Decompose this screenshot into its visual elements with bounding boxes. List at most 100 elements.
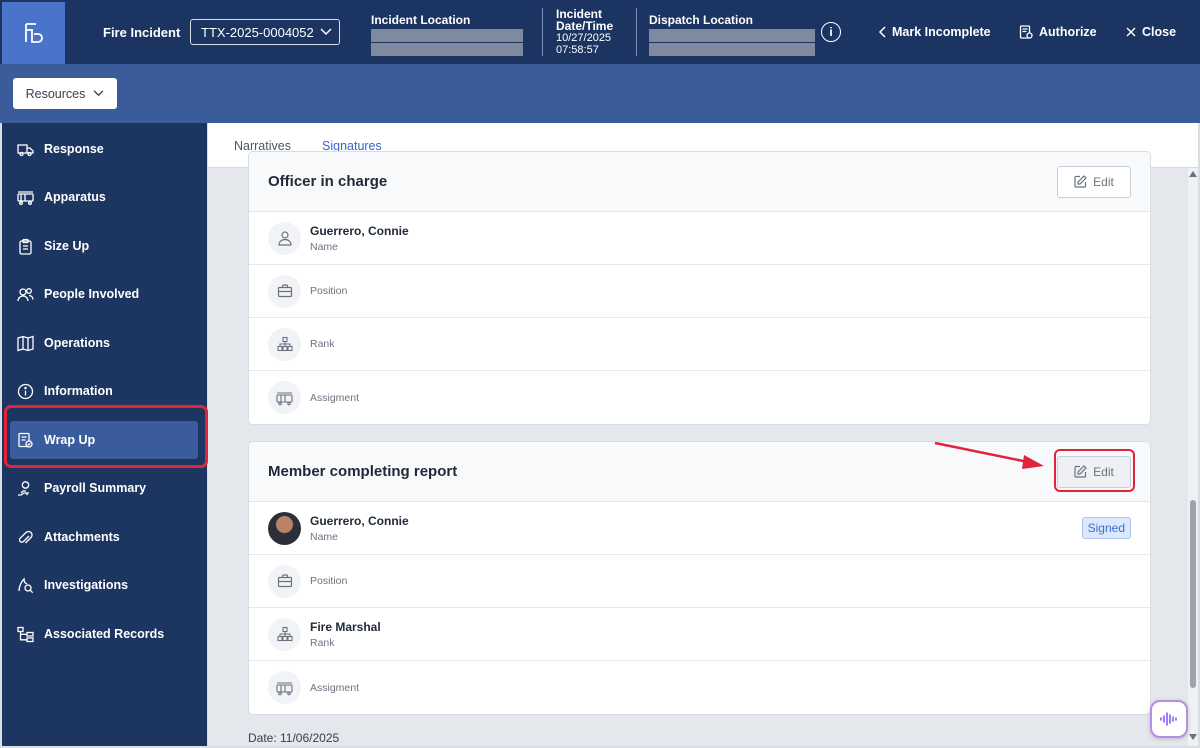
- position-label: Position: [310, 575, 348, 587]
- incident-datetime-label: Incident Date/Time: [556, 7, 614, 33]
- resources-label: Resources: [25, 86, 86, 101]
- authorize-button[interactable]: Authorize: [1019, 25, 1097, 39]
- close-button[interactable]: Close: [1126, 25, 1176, 39]
- name-row: Guerrero, Connie Name Signed: [249, 502, 1150, 555]
- card-title: Officer in charge: [268, 173, 388, 190]
- sidebar-item-label: Investigations: [44, 578, 129, 592]
- officer-in-charge-card: Officer in charge Edit Guerrero, Connie …: [248, 151, 1151, 425]
- sidebar-item-label: Response: [44, 142, 104, 156]
- sidebar-item-label: Operations: [44, 336, 110, 350]
- sidebar-item-associated-records[interactable]: Associated Records: [10, 615, 198, 653]
- sidebar-item-response[interactable]: Response: [10, 130, 198, 168]
- dispatch-location: Dispatch Location: [649, 13, 815, 56]
- assignment-label: Assigment: [310, 681, 360, 694]
- truck-icon: [17, 143, 34, 156]
- sidebar-item-investigations[interactable]: Investigations: [10, 566, 198, 604]
- audio-wave-icon: [1160, 712, 1177, 726]
- chevron-left-icon: [878, 26, 886, 38]
- edit-label: Edit: [1093, 174, 1114, 189]
- map-icon: [17, 335, 34, 351]
- divider: [542, 8, 543, 56]
- sidebar-item-label: Associated Records: [44, 627, 165, 641]
- row-text: Guerrero, Connie Name: [310, 224, 409, 253]
- fire-engine-icon: [17, 190, 34, 205]
- row-text: Assigment: [310, 392, 359, 404]
- row-text: Assigment: [310, 682, 359, 694]
- position-label: Position: [310, 285, 348, 297]
- row-text: Position: [310, 575, 347, 587]
- sidebar-item-size-up[interactable]: Size Up: [10, 227, 198, 265]
- sidebar-item-label: People Involved: [44, 287, 140, 301]
- divider: [636, 8, 637, 56]
- scroll-up-icon[interactable]: [1189, 171, 1197, 177]
- chevron-down-icon: [320, 28, 332, 36]
- redacted-block: [649, 29, 815, 42]
- incident-selector[interactable]: TTX-2025-0004052: [190, 19, 340, 45]
- logo-icon: [24, 23, 43, 43]
- sidebar-item-apparatus[interactable]: Apparatus: [10, 178, 198, 216]
- sidebar-item-label: Apparatus: [44, 190, 106, 204]
- name-row: Guerrero, Connie Name: [249, 212, 1150, 265]
- edit-button-highlight: [1054, 449, 1135, 492]
- top-bar: Fire Incident TTX-2025-0004052 Incident …: [0, 0, 1200, 64]
- authorize-label: Authorize: [1039, 25, 1097, 39]
- clipboard-icon: [19, 238, 32, 255]
- dispatch-location-label: Dispatch Location: [649, 13, 754, 27]
- sidebar-item-operations[interactable]: Operations: [10, 324, 198, 362]
- rank-icon: [268, 617, 301, 651]
- row-text: Rank: [310, 338, 335, 350]
- redacted-block: [649, 43, 815, 56]
- scroll-down-icon[interactable]: [1189, 734, 1197, 740]
- assignment-row: Assigment: [249, 661, 1150, 714]
- voice-assistant-button[interactable]: [1150, 700, 1188, 738]
- sidebar-item-people-involved[interactable]: People Involved: [10, 275, 198, 313]
- rank-row: Fire Marshal Rank: [249, 608, 1150, 661]
- person-icon: [268, 221, 301, 255]
- info-icon[interactable]: i: [821, 22, 841, 42]
- rank-label: Rank: [310, 338, 335, 350]
- redacted-block: [371, 29, 523, 42]
- row-text: Fire Marshal Rank: [310, 620, 381, 649]
- avatar: [268, 511, 301, 545]
- app-logo[interactable]: [2, 2, 65, 64]
- app-title: Fire Incident: [103, 25, 181, 40]
- incident-datetime: Incident Date/Time 10/27/2025 07:58:57: [556, 8, 616, 56]
- sidebar-item-label: Attachments: [44, 530, 120, 544]
- rank-row: Rank: [249, 318, 1150, 371]
- name-label: Name: [310, 530, 339, 543]
- paperclip-icon: [18, 530, 33, 543]
- sidebar-item-label: Information: [44, 384, 113, 398]
- row-text: Guerrero, Connie Name: [310, 514, 409, 543]
- fire-engine-icon: [268, 671, 301, 704]
- main-content: Narratives Signatures Officer in charge …: [208, 123, 1198, 746]
- fire-engine-icon: [268, 381, 301, 414]
- assignment-row: Assigment: [249, 371, 1150, 424]
- sidebar-item-label: Payroll Summary: [44, 481, 147, 495]
- investigation-icon: [18, 576, 34, 593]
- rank-label: Rank: [310, 636, 335, 649]
- sub-bar: [0, 64, 1200, 123]
- mark-incomplete-button[interactable]: Mark Incomplete: [878, 25, 991, 39]
- people-icon: [17, 287, 34, 301]
- name-label: Name: [310, 240, 339, 253]
- incident-date: 10/27/2025: [556, 32, 612, 44]
- sidebar-item-payroll-summary[interactable]: Payroll Summary: [10, 469, 198, 507]
- briefcase-icon: [268, 274, 301, 308]
- card-header: Officer in charge Edit: [249, 152, 1150, 212]
- rank-value: Fire Marshal: [310, 619, 381, 634]
- sidebar-item-attachments[interactable]: Attachments: [10, 518, 198, 556]
- assignment-label: Assigment: [310, 391, 360, 404]
- signature-date: Date: 11/06/2025: [248, 731, 340, 745]
- close-icon: [1126, 27, 1136, 37]
- incident-location: Incident Location: [371, 13, 523, 56]
- wrap-up-highlight: [4, 405, 208, 468]
- briefcase-icon: [268, 564, 301, 598]
- scrollbar-thumb[interactable]: [1190, 500, 1196, 688]
- redacted-block: [371, 43, 523, 56]
- incident-location-label: Incident Location: [371, 13, 471, 27]
- position-row: Position: [249, 555, 1150, 608]
- position-row: Position: [249, 265, 1150, 318]
- payroll-icon: [18, 480, 30, 496]
- edit-officer-button[interactable]: Edit: [1057, 165, 1131, 198]
- resources-dropdown[interactable]: Resources: [13, 78, 117, 109]
